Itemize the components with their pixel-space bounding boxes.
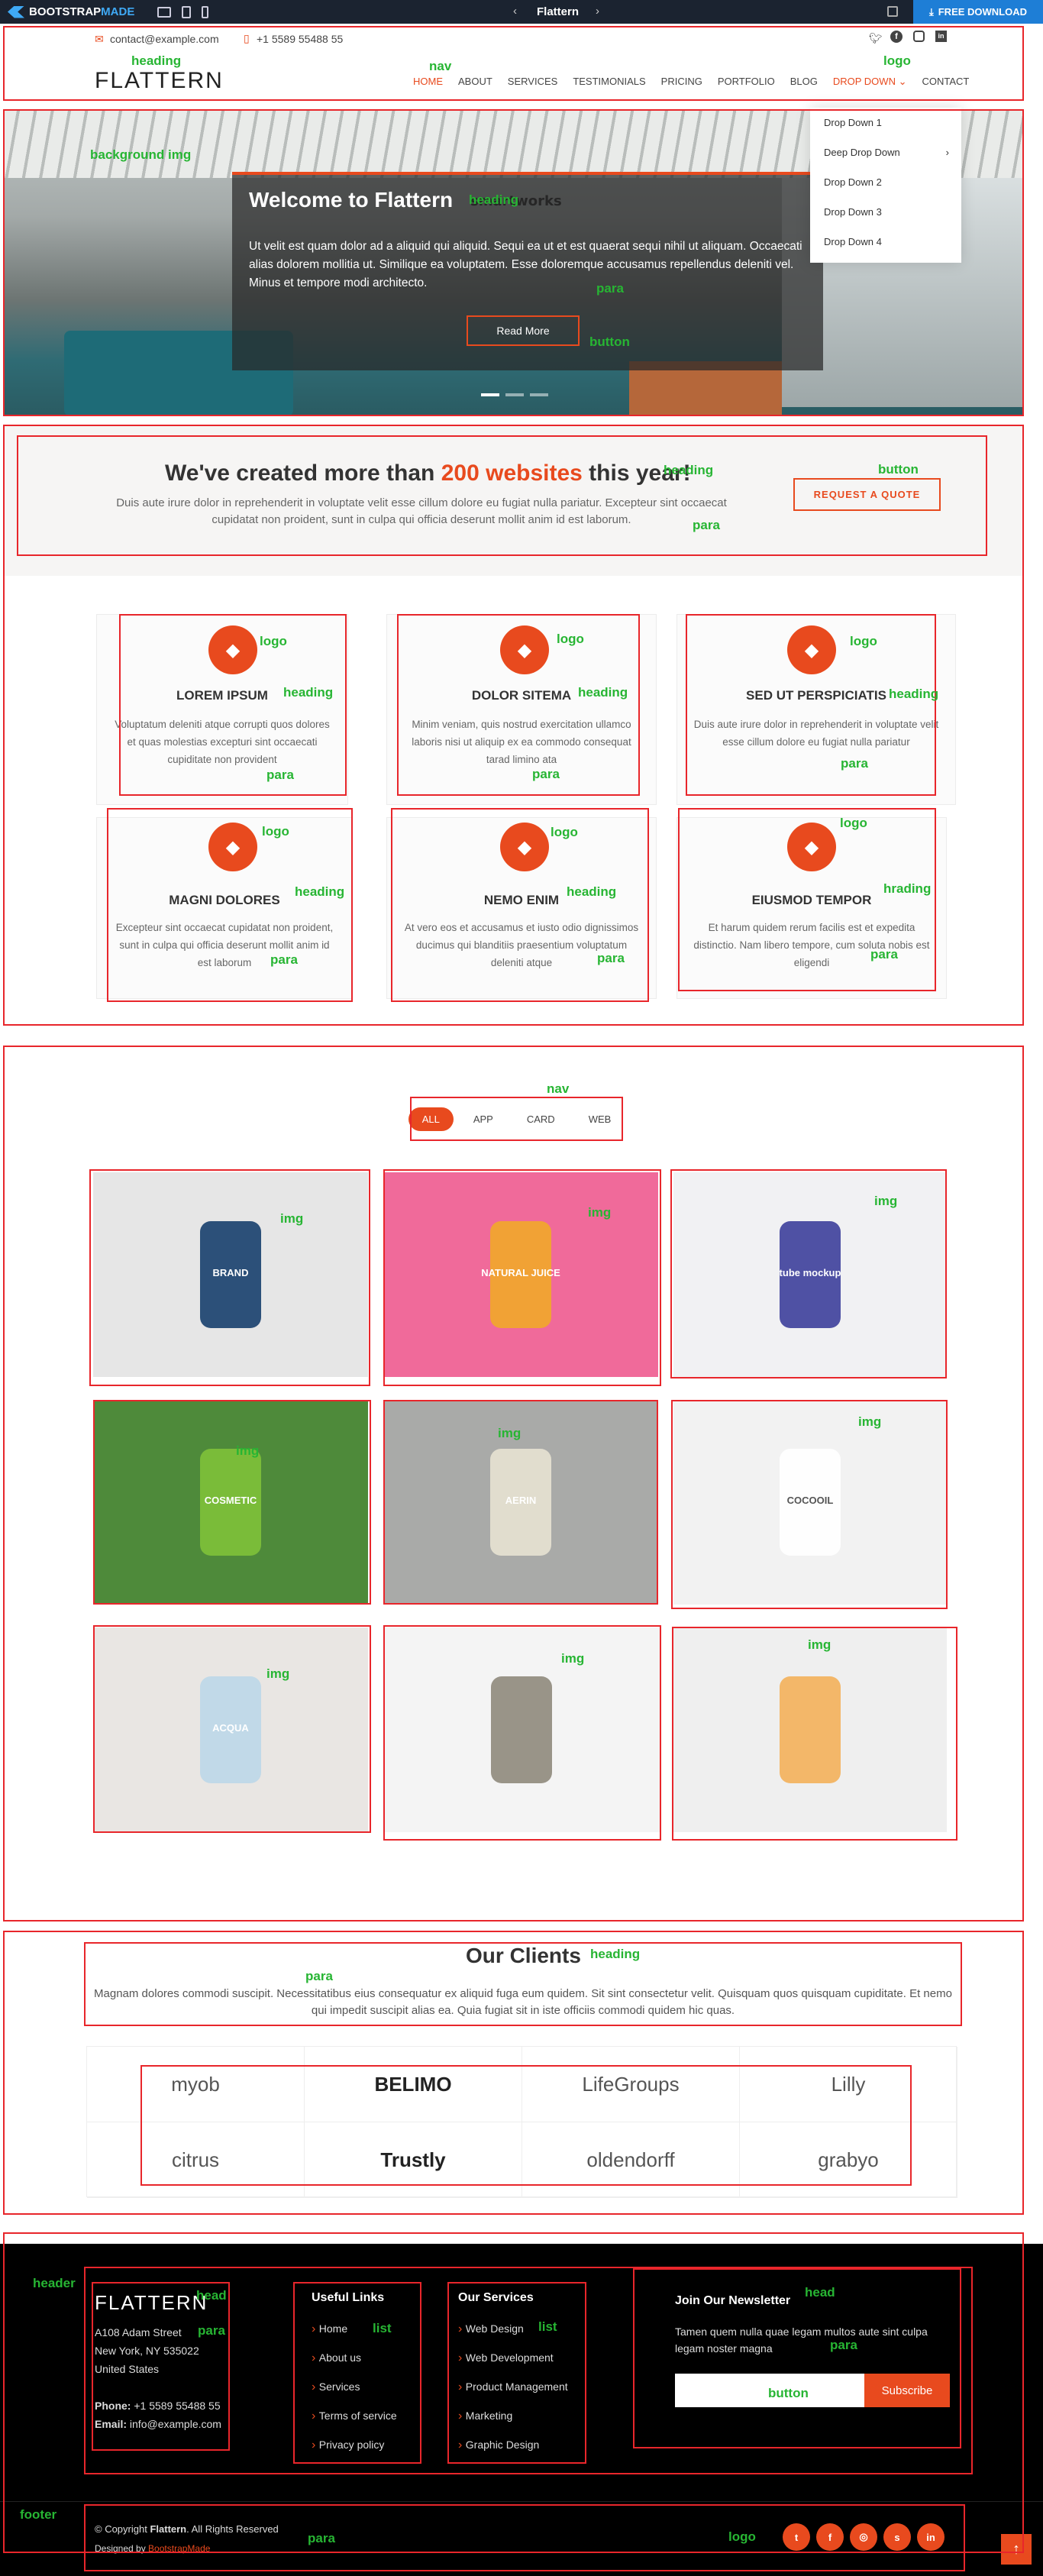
- free-download-button[interactable]: ⤓ FREE DOWNLOAD: [913, 0, 1043, 24]
- next-theme-button[interactable]: ›: [596, 5, 599, 18]
- annotation-label: logo: [883, 53, 911, 68]
- bootstrapmade-logo[interactable]: BOOTSTRAP MADE: [8, 5, 134, 18]
- annotation-box: [672, 1627, 957, 1841]
- annotation-label: para: [532, 767, 560, 781]
- annotation-label: nav: [547, 1081, 570, 1096]
- annotation-box: [93, 1400, 371, 1605]
- annotation-box: [678, 808, 936, 991]
- bootstrapmade-icon: [8, 5, 24, 18]
- annotation-label: heading: [889, 687, 939, 701]
- annotation-label: heading: [590, 1947, 641, 1961]
- open-external-icon[interactable]: [887, 6, 898, 17]
- annotation-box: [93, 1625, 371, 1833]
- annotation-label: img: [561, 1651, 585, 1666]
- brand-bootstrap: BOOTSTRAP: [29, 5, 102, 18]
- annotation-box: [670, 1169, 947, 1378]
- annotation-box: [383, 1625, 661, 1841]
- annotation-label: img: [858, 1414, 882, 1429]
- annotation-label: logo: [551, 825, 578, 839]
- annotation-label: img: [236, 1443, 260, 1458]
- mobile-icon[interactable]: [202, 5, 209, 18]
- annotation-label: button: [589, 335, 630, 349]
- annotation-box: [84, 1942, 962, 2026]
- annotation-label: hrading: [883, 881, 932, 896]
- demo-bar: BOOTSTRAP MADE ‹ Flattern › ⤓ FREE DOWNLO…: [0, 0, 1043, 24]
- tablet-icon[interactable]: [182, 5, 192, 18]
- annotation-label: para: [266, 768, 294, 782]
- annotation-label: img: [874, 1194, 898, 1208]
- annotation-label: heading: [131, 53, 182, 68]
- annotation-box: [383, 1169, 661, 1386]
- annotation-box: [391, 808, 649, 1002]
- annotation-box: [84, 2504, 965, 2571]
- prev-theme-button[interactable]: ‹: [513, 5, 517, 18]
- annotation-label: button: [768, 2386, 809, 2400]
- annotation-box: [410, 1097, 623, 1141]
- download-icon: ⤓: [928, 5, 934, 18]
- annotation-box: [293, 2282, 421, 2464]
- brand-made: MADE: [101, 5, 135, 18]
- device-switcher: [157, 5, 209, 18]
- annotation-label: logo: [840, 816, 867, 830]
- annotation-label: footer: [20, 2507, 57, 2522]
- annotation-box: [17, 435, 987, 556]
- annotation-label: background img: [90, 147, 192, 162]
- annotation-label: logo: [557, 632, 584, 646]
- annotation-label: img: [588, 1205, 612, 1220]
- annotation-box: [686, 614, 936, 796]
- annotation-box: [119, 614, 347, 796]
- annotation-box: [447, 2282, 586, 2464]
- annotation-label: head: [805, 2285, 835, 2300]
- annotation-label: list: [373, 2321, 392, 2335]
- annotation-label: header: [33, 2276, 76, 2290]
- annotation-label: para: [198, 2323, 225, 2338]
- annotation-label: para: [830, 2338, 857, 2352]
- annotation-label: heading: [295, 884, 345, 899]
- annotation-label: logo: [728, 2529, 756, 2544]
- annotation-label: para: [596, 281, 624, 296]
- annotation-label: heading: [469, 192, 519, 207]
- theme-title: Flattern: [537, 5, 580, 18]
- annotation-box: [671, 1400, 948, 1609]
- annotation-label: para: [841, 756, 868, 771]
- annotation-label: logo: [262, 824, 289, 839]
- annotation-label: logo: [850, 634, 877, 648]
- annotation-label: heading: [578, 685, 628, 700]
- annotation-label: img: [498, 1426, 522, 1440]
- annotation-label: img: [280, 1211, 304, 1226]
- annotation-label: button: [878, 462, 919, 477]
- annotation-label: para: [270, 952, 298, 967]
- annotation-label: img: [266, 1666, 290, 1681]
- annotation-label: para: [308, 2531, 335, 2545]
- annotation-label: para: [305, 1969, 333, 1983]
- annotation-box: [107, 808, 353, 1002]
- annotation-label: logo: [260, 634, 287, 648]
- annotation-label: heading: [283, 685, 334, 700]
- annotation-box: [89, 1169, 370, 1386]
- annotation-label: head: [196, 2288, 227, 2303]
- annotation-label: img: [808, 1637, 831, 1652]
- annotation-box: [633, 2268, 961, 2448]
- annotation-label: heading: [664, 463, 714, 477]
- annotation-label: heading: [567, 884, 617, 899]
- annotation-box: [397, 614, 640, 796]
- annotation-label: nav: [429, 59, 452, 73]
- annotation-label: para: [693, 518, 720, 532]
- annotation-box: [92, 2282, 230, 2451]
- free-download-label: FREE DOWNLOAD: [938, 6, 1028, 18]
- annotation-label: para: [870, 947, 898, 962]
- annotation-label: para: [597, 951, 625, 965]
- annotation-label: list: [538, 2319, 557, 2334]
- desktop-icon[interactable]: [157, 6, 172, 18]
- annotation-box: [140, 2065, 912, 2186]
